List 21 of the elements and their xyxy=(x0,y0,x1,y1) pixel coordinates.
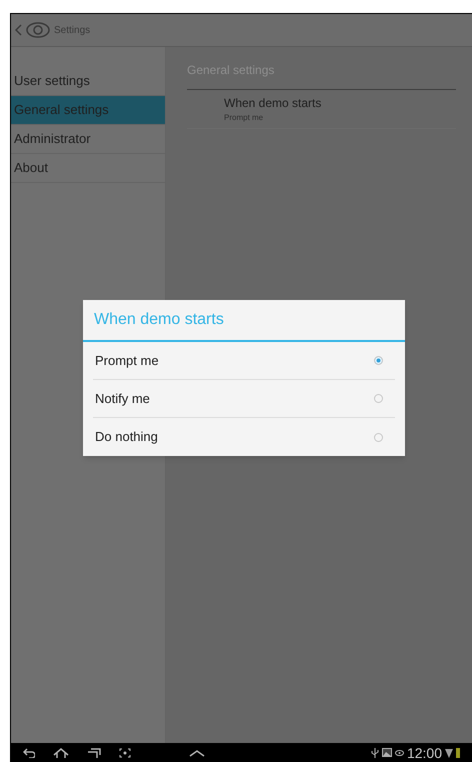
usb-icon xyxy=(370,748,379,758)
eye-logo-icon xyxy=(26,22,50,38)
screenshot-icon[interactable] xyxy=(119,748,131,758)
sidebar-item[interactable]: About xyxy=(11,154,165,183)
eye-icon xyxy=(394,750,404,756)
back-icon[interactable] xyxy=(23,748,35,758)
image-icon xyxy=(382,748,392,757)
home-icon[interactable] xyxy=(53,748,69,758)
clock: 12:00 xyxy=(406,746,442,760)
option-label[interactable]: Do nothing xyxy=(95,427,158,447)
sidebar-item[interactable]: Administrator xyxy=(11,125,165,154)
option-label[interactable]: Notify me xyxy=(95,388,150,408)
radio-button[interactable] xyxy=(374,356,383,365)
setting-title[interactable]: When demo starts xyxy=(224,94,456,112)
caret-up-icon[interactable] xyxy=(189,748,205,756)
sidebar-item[interactable]: General settings xyxy=(11,96,165,125)
option-label[interactable]: Prompt me xyxy=(95,350,159,370)
dialog-title: When demo starts xyxy=(83,300,405,342)
radio-button[interactable] xyxy=(374,394,383,403)
recent-apps-icon[interactable] xyxy=(87,748,101,758)
radio-button[interactable] xyxy=(374,432,383,442)
